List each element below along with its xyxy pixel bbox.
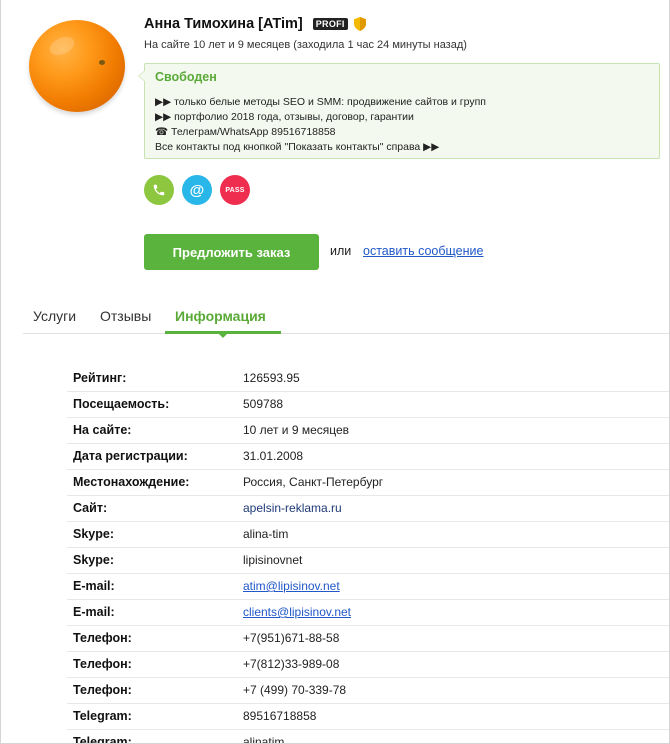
info-label: Телефон: [73, 631, 132, 645]
info-row: Местонахождение: Россия, Санкт-Петербург [67, 470, 669, 496]
online-status: На сайте 10 лет и 9 месяцев (заходила 1 … [144, 39, 467, 51]
profi-badge[interactable]: PROFI [312, 18, 348, 30]
info-label: Telegram: [73, 709, 132, 723]
info-row: На сайте: 10 лет и 9 месяцев [67, 418, 669, 444]
info-value: lipisinovnet [243, 553, 303, 567]
info-label: E-mail: [73, 579, 115, 593]
active-tab-notch [218, 333, 228, 338]
status-line: ☎ Телеграм/WhatsApp 89516718858 [155, 126, 336, 138]
info-label: E-mail: [73, 605, 115, 619]
profile-tabs: Услуги Отзывы Информация [23, 298, 669, 338]
info-row: Telegram: alinatim [67, 730, 669, 744]
info-row: Посещаемость: 509788 [67, 392, 669, 418]
status-title: Свободен [155, 70, 217, 84]
info-row: Skype: lipisinovnet [67, 548, 669, 574]
status-line: Все контакты под кнопкой "Показать конта… [155, 141, 440, 153]
leave-message-link[interactable]: оставить сообщение [363, 244, 483, 258]
info-label: Сайт: [73, 501, 108, 515]
info-label: Рейтинг: [73, 371, 127, 385]
propose-order-button[interactable]: Предложить заказ [144, 234, 319, 270]
info-value: +7(951)671-88-58 [243, 631, 340, 645]
info-value: Россия, Санкт-Петербург [243, 475, 384, 489]
status-box: Свободен ▶▶ только белые методы SEO и SM… [138, 63, 660, 159]
info-label: Телефон: [73, 683, 132, 697]
contact-buttons: @ PASS [144, 175, 250, 205]
info-value: alina-tim [243, 527, 289, 541]
or-text: или [330, 244, 352, 258]
info-value: +7(812)33-989-08 [243, 657, 340, 671]
info-row: Телефон: +7(812)33-989-08 [67, 652, 669, 678]
info-row: Дата регистрации: 31.01.2008 [67, 444, 669, 470]
profile-name: Анна Тимохина [ATim] [144, 16, 303, 32]
profile-page: Анна Тимохина [ATim] PROFI На сайте 10 л… [0, 0, 670, 744]
tab-information[interactable]: Информация [175, 308, 266, 324]
info-value: 126593.95 [243, 371, 300, 385]
info-row: Сайт: apelsin-reklama.ru [67, 496, 669, 522]
info-value: 509788 [243, 397, 284, 411]
email-link[interactable]: clients@lipisinov.net [243, 605, 351, 619]
info-row: Телефон: +7(951)671-88-58 [67, 626, 669, 652]
avatar[interactable] [27, 14, 127, 114]
info-label: Skype: [73, 527, 114, 541]
info-value: alinatim [243, 735, 285, 744]
info-label: Дата регистрации: [73, 449, 188, 463]
profile-header: Анна Тимохина [ATim] PROFI [144, 16, 366, 32]
tab-reviews[interactable]: Отзывы [100, 308, 151, 324]
info-row: E-mail: atim@lipisinov.net [67, 574, 669, 600]
info-value: 10 лет и 9 месяцев [243, 423, 350, 437]
info-label: Телефон: [73, 657, 132, 671]
orange-avatar-image [29, 20, 125, 112]
email-icon[interactable]: @ [182, 175, 212, 205]
tab-services[interactable]: Услуги [33, 308, 76, 324]
info-label: Посещаемость: [73, 397, 170, 411]
info-table: Рейтинг: 126593.95 Посещаемость: 509788 На… [67, 366, 669, 744]
email-link[interactable]: atim@lipisinov.net [243, 579, 340, 593]
pass-icon[interactable]: PASS [220, 175, 250, 205]
info-row: E-mail: clients@lipisinov.net [67, 600, 669, 626]
status-line: ▶▶ только белые методы SEO и SMM: продви… [155, 96, 486, 108]
info-label: Telegram: [73, 735, 132, 744]
info-row: Skype: alina-tim [67, 522, 669, 548]
info-row: Telegram: 89516718858 [67, 704, 669, 730]
website-link[interactable]: apelsin-reklama.ru [243, 501, 342, 515]
info-label: На сайте: [73, 423, 132, 437]
status-line: ▶▶ портфолио 2018 года, отзывы, договор,… [155, 111, 414, 123]
info-row: Рейтинг: 126593.95 [67, 366, 669, 392]
phone-icon[interactable] [144, 175, 174, 205]
info-value: 89516718858 [243, 709, 317, 723]
info-label: Местонахождение: [73, 475, 190, 489]
info-value: +7 (499) 70-339-78 [243, 683, 347, 697]
info-label: Skype: [73, 553, 114, 567]
info-row: Телефон: +7 (499) 70-339-78 [67, 678, 669, 704]
verified-shield-icon[interactable] [353, 17, 366, 31]
info-value: 31.01.2008 [243, 449, 304, 463]
